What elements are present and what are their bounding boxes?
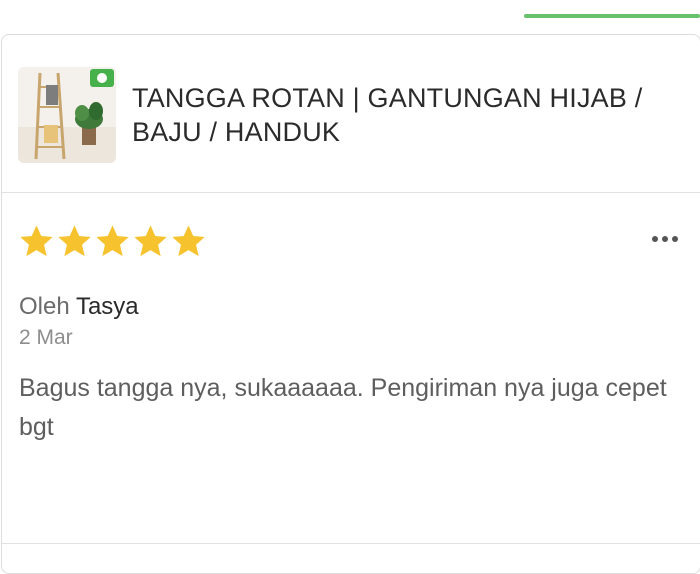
review-card: TANGGA ROTAN | GANTUNGAN HIJAB / BAJU / … xyxy=(1,34,700,574)
review-text: Bagus tangga nya, sukaaaaaa. Pengiriman … xyxy=(19,374,667,441)
product-title[interactable]: TANGGA ROTAN | GANTUNGAN HIJAB / BAJU / … xyxy=(132,81,672,149)
star-icon xyxy=(134,225,167,257)
ladder-rack-photo-icon xyxy=(18,67,116,163)
divider xyxy=(2,543,700,544)
author-name: Tasya xyxy=(75,293,139,320)
star-rating xyxy=(18,223,207,260)
more-dot xyxy=(652,236,658,242)
active-tab-indicator xyxy=(524,14,700,18)
more-dot xyxy=(662,236,668,242)
star-icon xyxy=(172,225,205,257)
author-prefix: Oleh xyxy=(19,293,76,320)
review-date: 2 Mar xyxy=(19,326,73,349)
product-thumbnail[interactable] xyxy=(18,67,116,163)
star-icon xyxy=(96,225,129,257)
star-icon xyxy=(58,225,91,257)
star-icon xyxy=(20,225,53,257)
product-row[interactable]: TANGGA ROTAN | GANTUNGAN HIJAB / BAJU / … xyxy=(2,35,700,193)
review-author: Oleh Tasya xyxy=(19,293,139,321)
more-horizontal-icon[interactable] xyxy=(652,236,678,242)
more-dot xyxy=(672,236,678,242)
